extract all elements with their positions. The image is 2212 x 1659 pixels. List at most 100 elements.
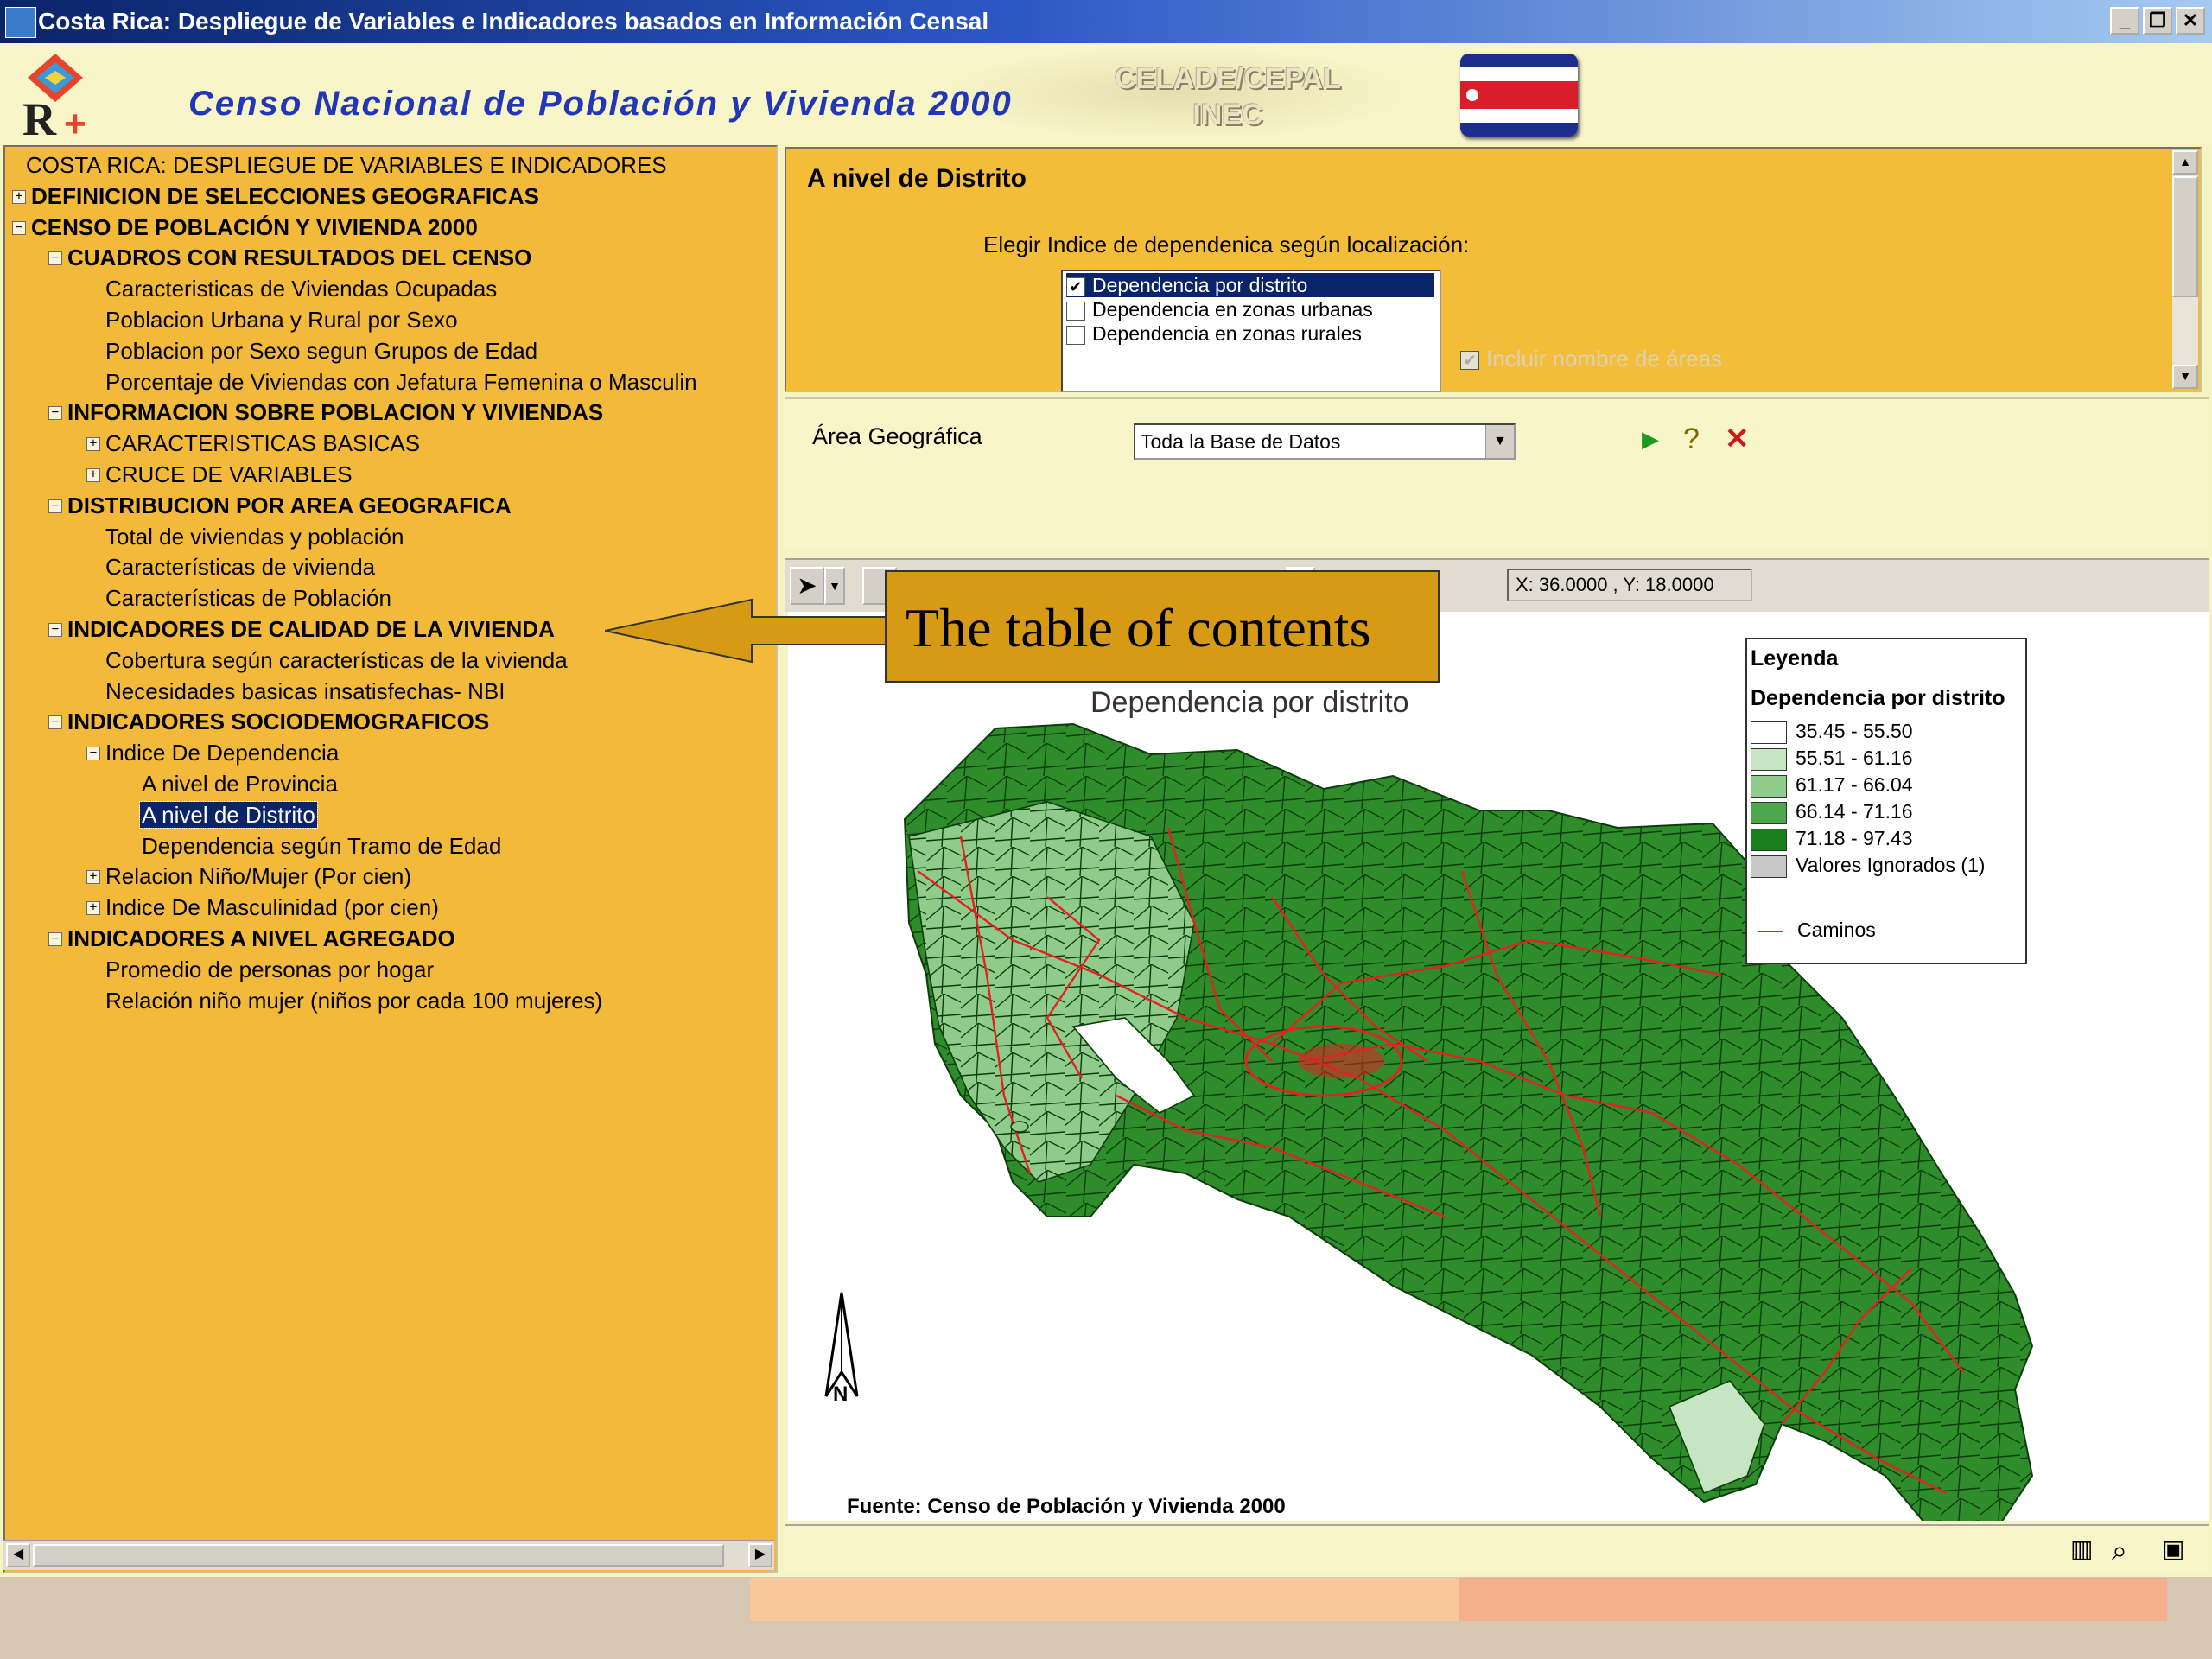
collapse-minus-icon[interactable]: − [86, 747, 100, 761]
expand-plus-icon[interactable]: + [86, 437, 100, 452]
zoom-magnifier-icon[interactable]: ⌕ [2112, 1535, 2127, 1567]
scroll-thumb[interactable] [2172, 176, 2198, 297]
area-select[interactable]: Toda la Base de Datos ▼ [1134, 423, 1516, 460]
map-source-note: Fuente: Censo de Población y Vivienda 20… [847, 1495, 1286, 1518]
tree-item[interactable]: Porcentaje de Viviendas con Jefatura Fem… [104, 367, 699, 397]
tree-item[interactable]: INDICADORES DE CALIDAD DE LA VIVIENDA [66, 614, 556, 644]
tree-item[interactable]: Dependencia según Tramo de Edad [140, 831, 503, 861]
expand-plus-icon[interactable]: + [86, 468, 100, 482]
scroll-left-arrow-icon[interactable]: ◀ [6, 1543, 30, 1567]
map-status-bar: ▥ ⌕ ▣ [785, 1524, 2209, 1574]
save-disk-icon[interactable]: ▣ [2162, 1535, 2184, 1563]
collapse-minus-icon[interactable]: − [48, 406, 62, 421]
tree-item-label: Promedio de personas por hogar [105, 956, 435, 982]
tree-item[interactable]: Relación niño mujer (niños por cada 100 … [104, 986, 604, 1015]
north-label: N [833, 1382, 849, 1406]
legend-roads-row: Caminos [1751, 918, 1876, 942]
include-area-names-checkbox[interactable]: ✔ Incluir nombre de áreas [1460, 346, 1722, 372]
tree-item-label: Características de vivienda [105, 554, 376, 581]
organization-label: CELADE/CEPAL INEC [1115, 60, 1341, 133]
collapse-minus-icon[interactable]: − [48, 499, 62, 513]
tree-item[interactable]: A nivel de Provincia [140, 769, 340, 798]
tree-item[interactable]: DEFINICION DE SELECCIONES GEOGRAFICAS [29, 181, 541, 211]
tree-horizontal-scrollbar[interactable]: ◀ ▶ [3, 1540, 774, 1570]
expand-plus-icon[interactable]: + [86, 870, 100, 885]
tree-item[interactable]: CARACTERISTICAS BASICAS [104, 429, 422, 458]
checkbox-icon[interactable] [1066, 325, 1085, 345]
scroll-up-arrow-icon[interactable]: ▲ [2172, 150, 2198, 175]
tree-item-label: A nivel de Distrito [139, 800, 318, 829]
checkbox-checked-icon[interactable]: ✔ [1066, 276, 1085, 296]
cancel-x-icon[interactable]: ✕ [1725, 422, 1750, 456]
scroll-down-arrow-icon[interactable]: ▼ [2172, 365, 2198, 389]
area-select-value: Toda la Base de Datos [1141, 430, 1341, 453]
help-question-icon[interactable]: ? [1683, 422, 1700, 456]
list-item-dependencia-urbanas[interactable]: Dependencia en zonas urbanas [1066, 297, 1373, 321]
tree-item-label: CUADROS CON RESULTADOS DEL CENSO [67, 245, 532, 271]
north-arrow-icon [824, 1292, 859, 1397]
restore-button[interactable]: ❐ [2143, 7, 2172, 35]
tree-item[interactable]: Necesidades basicas insatisfechas- NBI [104, 677, 506, 706]
collapse-minus-icon[interactable]: − [48, 623, 62, 637]
map-canvas[interactable]: Dependencia por distrito N Fuente: Censo… [788, 612, 2209, 1521]
checkbox-icon[interactable] [1066, 301, 1085, 321]
tree-item[interactable]: Poblacion por Sexo segun Grupos de Edad [104, 336, 539, 365]
chevron-down-icon[interactable]: ▼ [1485, 425, 1514, 458]
tree-item-label: A nivel de Provincia [142, 771, 338, 797]
tree-item[interactable]: Poblacion Urbana y Rural por Sexo [104, 305, 460, 334]
tree-item[interactable]: Total de viviendas y población [104, 522, 405, 551]
list-item-dependencia-rurales[interactable]: Dependencia en zonas rurales [1066, 321, 1362, 346]
tree-item[interactable]: Relacion Niño/Mujer (Por cien) [104, 861, 413, 891]
tree-item[interactable]: DISTRIBUCION POR AREA GEOGRAFICA [66, 491, 513, 520]
tree-item[interactable]: Características de Población [104, 583, 393, 613]
expand-plus-icon[interactable]: + [12, 189, 26, 204]
list-item-label: Dependencia por distrito [1092, 274, 1308, 296]
tree-item-label: Indice De Masculinidad (por cien) [105, 894, 439, 921]
legend-title: Leyenda [1751, 646, 1839, 671]
tree-item[interactable]: Indice De Masculinidad (por cien) [104, 893, 441, 922]
tree-item[interactable]: INFORMACION SOBRE POBLACION Y VIVIENDAS [66, 397, 605, 427]
tree-item[interactable]: A nivel de Distrito [139, 800, 318, 830]
expand-plus-icon[interactable]: + [86, 901, 100, 916]
legend-class-row: 71.18 - 97.43 [1751, 826, 1913, 851]
tree-item[interactable]: INDICADORES SOCIODEMOGRAFICOS [66, 707, 491, 736]
minimize-button[interactable]: _ [2110, 7, 2139, 35]
collapse-minus-icon[interactable]: − [48, 932, 62, 946]
table-of-contents-tree[interactable]: − COSTA RICA: DESPLIEGUE DE VARIABLES E I… [3, 145, 778, 1573]
run-play-icon[interactable]: ▶ [1642, 422, 1659, 456]
scroll-thumb[interactable] [33, 1544, 724, 1567]
tree-item[interactable]: INDICADORES A NIVEL AGREGADO [66, 924, 457, 953]
app-icon [5, 7, 36, 38]
tree-item[interactable]: Caracteristicas de Viviendas Ocupadas [104, 274, 499, 303]
legend-roads-label: Caminos [1797, 918, 1876, 941]
options-vertical-scrollbar[interactable]: ▲ ▼ [2172, 150, 2198, 389]
collapse-minus-icon[interactable]: − [48, 251, 62, 266]
tree-item[interactable]: Indice De Dependencia [104, 738, 340, 767]
tree-item[interactable]: Promedio de personas por hogar [104, 955, 435, 984]
list-item-dependencia-distrito[interactable]: ✔ Dependencia por distrito [1066, 273, 1434, 297]
legend-class-row: Valores Ignorados (1) [1751, 853, 1985, 878]
legend-swatch [1751, 801, 1787, 824]
tree-item[interactable]: CENSO DE POBLACIÓN Y VIVIENDA 2000 [29, 213, 480, 242]
map-legend: Leyenda Dependencia por distrito 35.45 -… [1745, 638, 2027, 964]
tree-item[interactable]: Características de vivienda [104, 552, 377, 582]
table-grid-icon[interactable]: ▥ [2070, 1535, 2093, 1563]
dependency-listbox[interactable]: ✔ Dependencia por distrito Dependencia en… [1061, 270, 1441, 392]
legend-class-label: 71.18 - 97.43 [1796, 827, 1913, 849]
svg-text:R: R [22, 93, 57, 138]
tree-item-label: Total de viviendas y población [105, 523, 404, 550]
scroll-right-arrow-icon[interactable]: ▶ [748, 1543, 772, 1567]
org-line-1: CELADE/CEPAL [1115, 62, 1341, 95]
options-prompt: Elegir Indice de dependenica según local… [983, 232, 1470, 257]
legend-class-label: 35.45 - 55.50 [1796, 720, 1913, 742]
tree-item-label: INDICADORES DE CALIDAD DE LA VIVIENDA [67, 616, 555, 642]
tree-item[interactable]: CUADROS CON RESULTADOS DEL CENSO [66, 243, 533, 272]
close-button[interactable]: ✕ [2176, 7, 2205, 35]
tree-item[interactable]: COSTA RICA: DESPLIEGUE DE VARIABLES E IN… [24, 150, 669, 180]
collapse-minus-icon[interactable]: − [12, 220, 26, 235]
collapse-minus-icon[interactable]: − [48, 715, 62, 730]
tree-item[interactable]: Cobertura según características de la vi… [104, 645, 569, 675]
tree-item[interactable]: CRUCE DE VARIABLES [104, 460, 354, 489]
title-bar[interactable]: Costa Rica: Despliegue de Variables e In… [0, 0, 2212, 43]
tree-item-label: INFORMACION SOBRE POBLACION Y VIVIENDAS [67, 399, 604, 426]
